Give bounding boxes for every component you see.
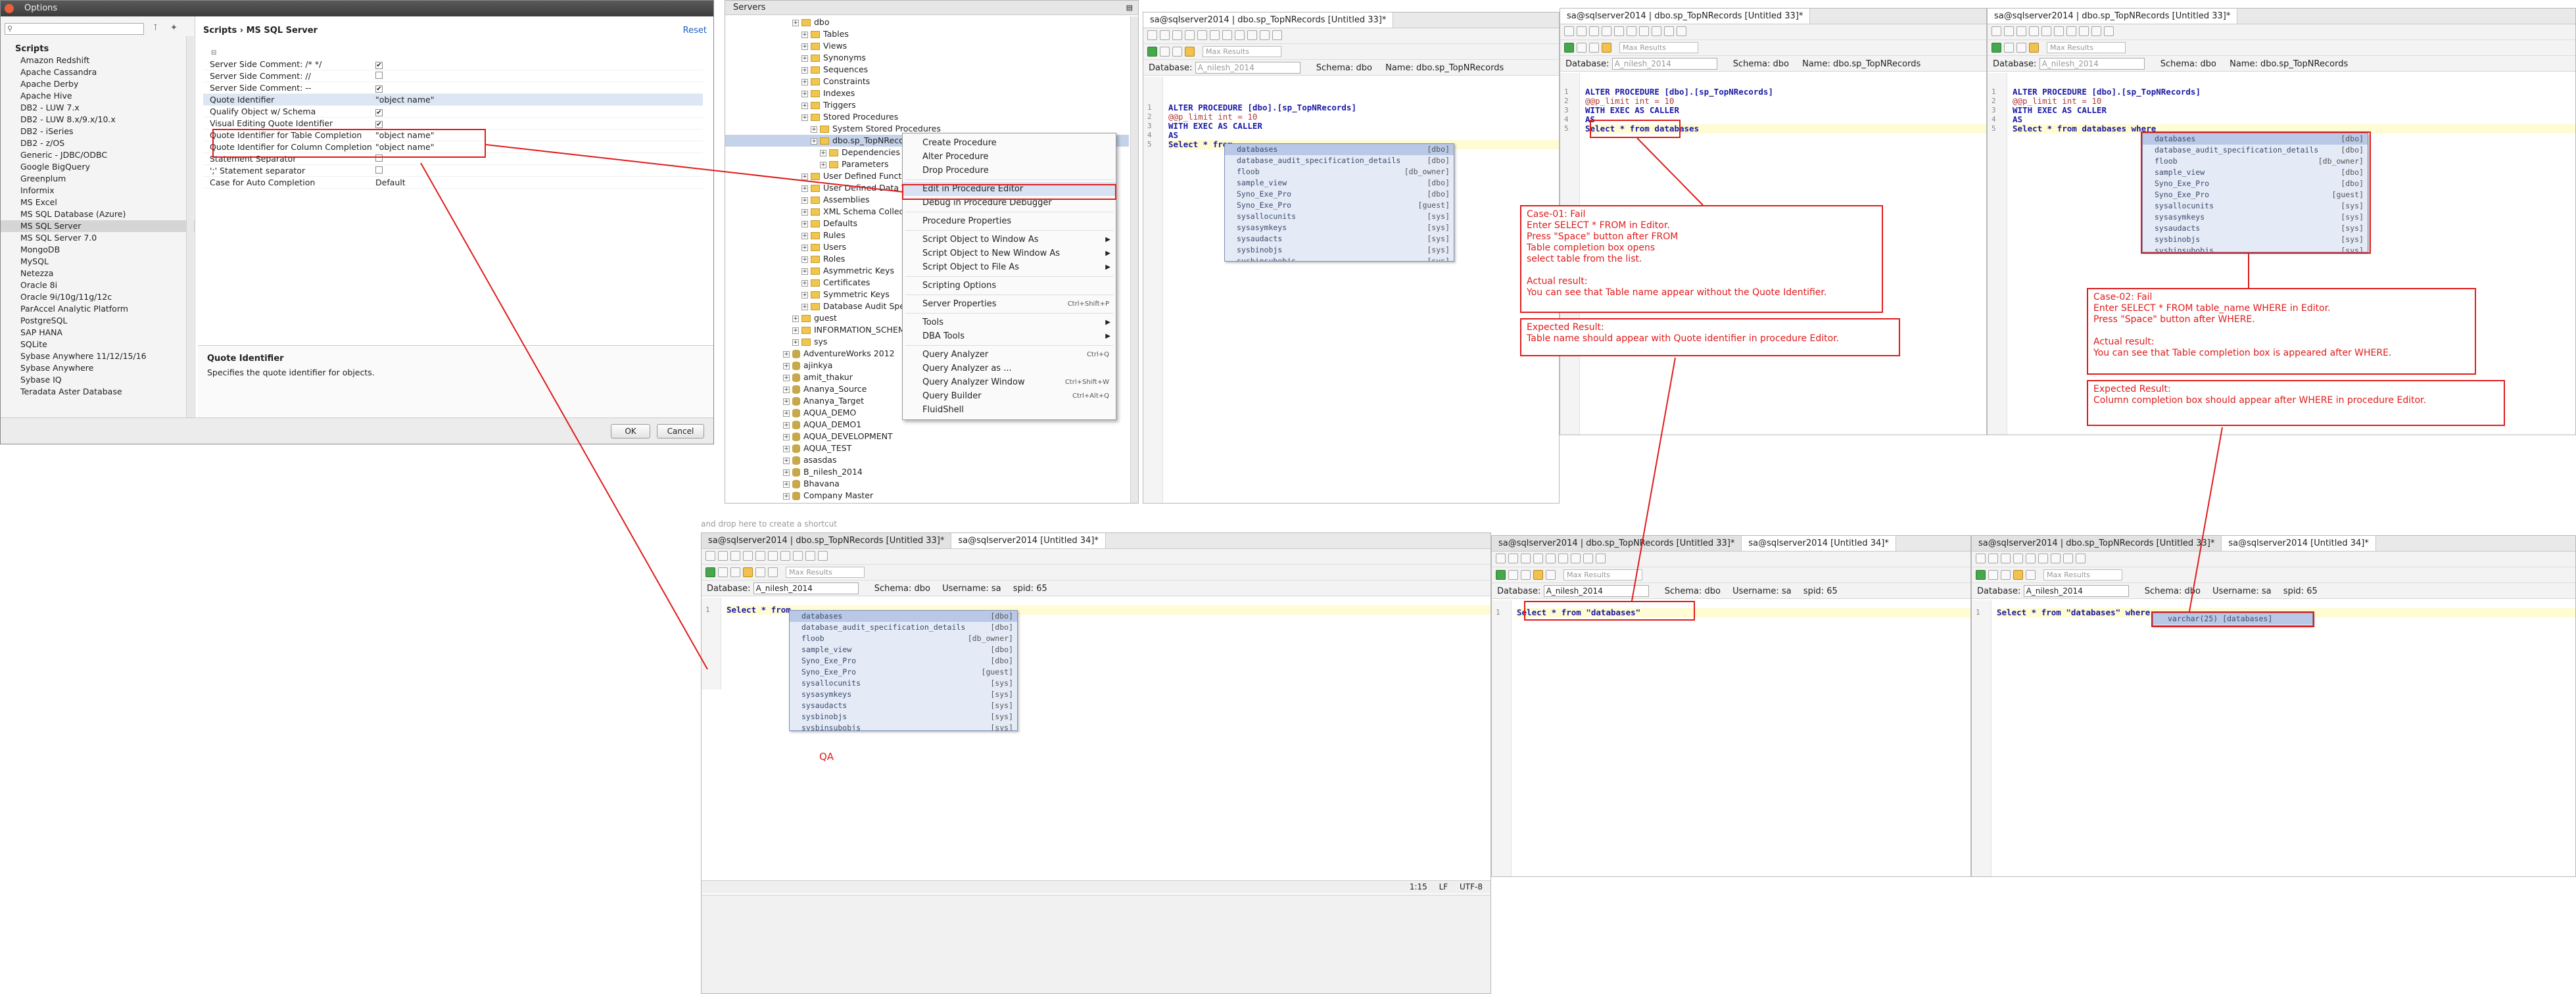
line-case2-to-qa	[2189, 427, 2223, 612]
line-case1-to-editor	[1636, 137, 1704, 206]
line-options-to-qa	[420, 162, 708, 670]
annotation-lines	[420, 137, 2249, 670]
line-options-to-menu	[485, 144, 904, 193]
line-case1-to-qa	[1631, 357, 1676, 602]
